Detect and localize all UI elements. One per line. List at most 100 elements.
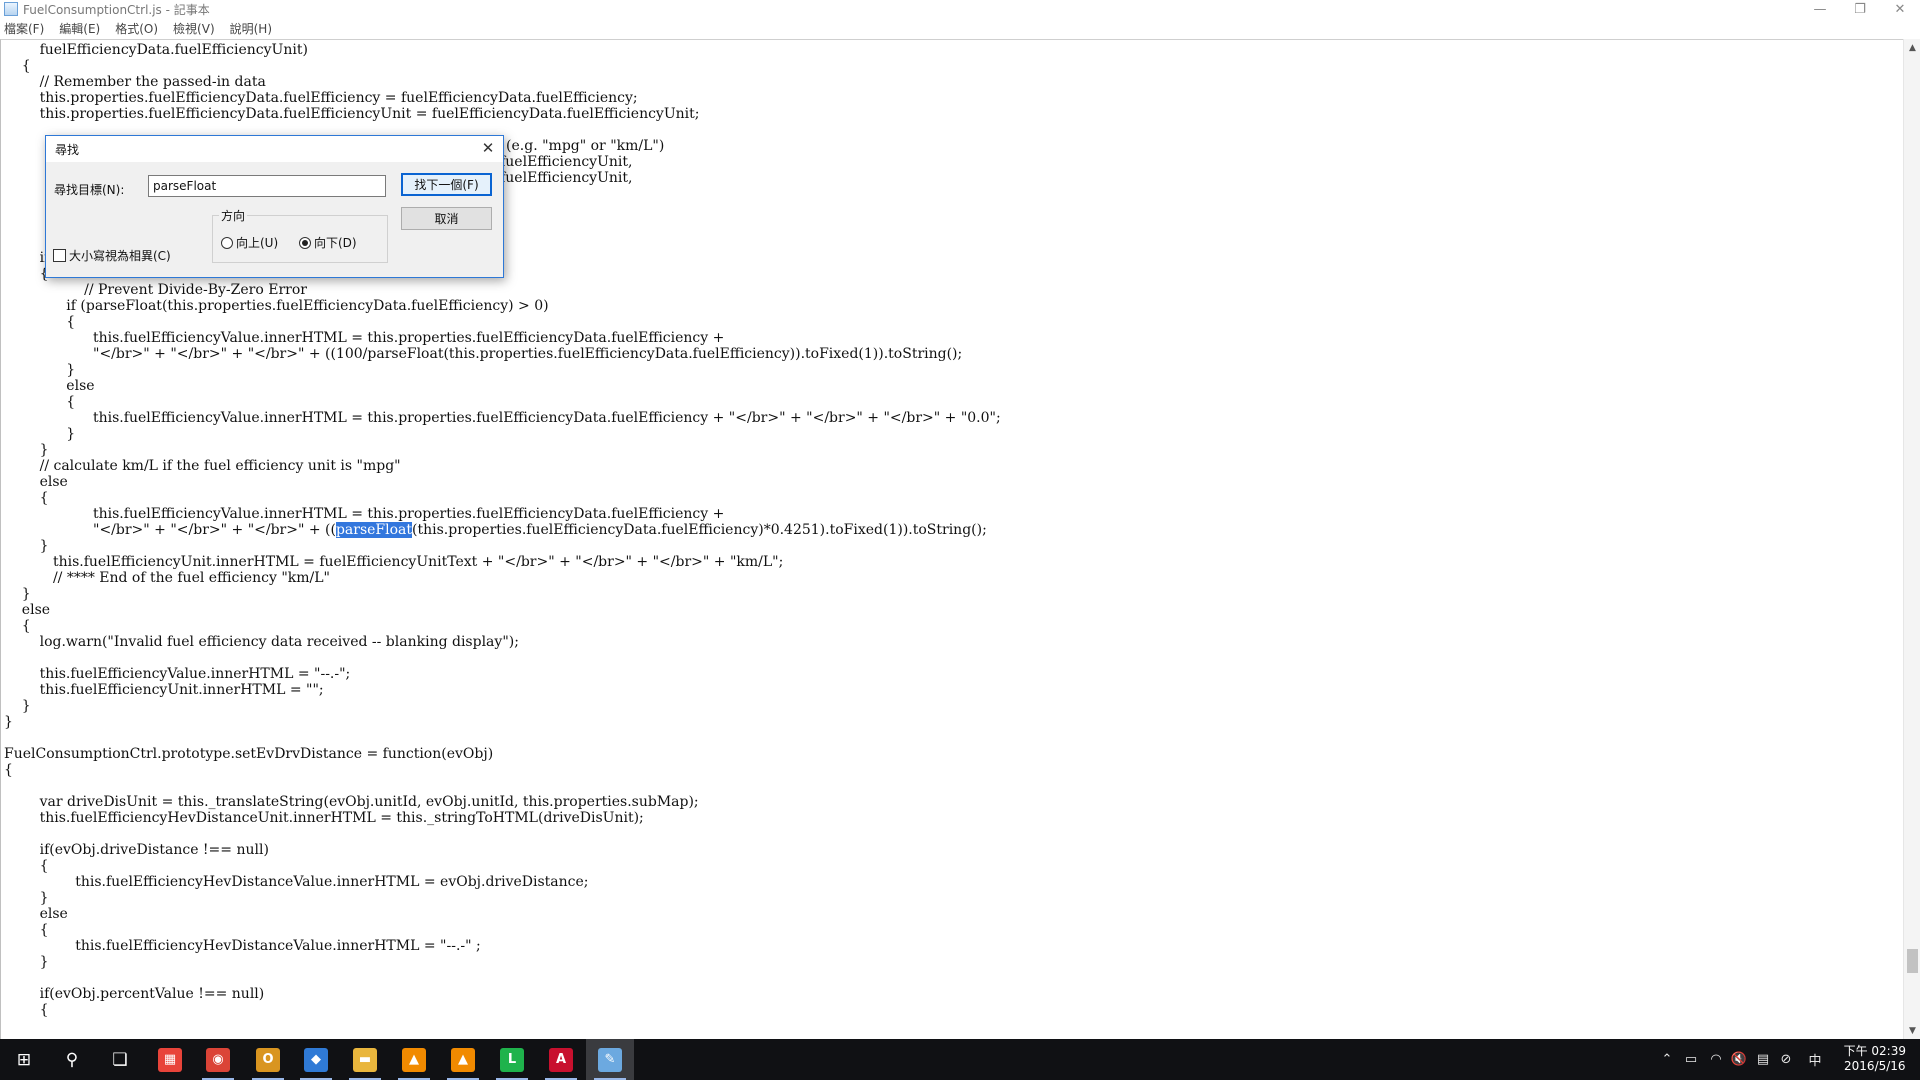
scroll-thumb[interactable] <box>1907 949 1918 973</box>
chrome-taskbar-button[interactable]: ◉ <box>194 1039 242 1080</box>
find-dialog-title: 尋找 <box>55 142 80 157</box>
code-line: { <box>4 394 76 410</box>
scroll-up-icon[interactable]: ▲ <box>1904 39 1920 56</box>
battery-icon[interactable]: ▭ <box>1680 1039 1702 1080</box>
code-line: { <box>4 314 76 330</box>
taskbar: ⊞ ⚲ ❏ ▦ ◉ O ◆ ▬ ▲ ▲ L A ✎ ⌃ ▭ ◠ 🔇 ▤ ⊘ 中 下午 02:39 2016/5/16 <box>0 1039 1920 1080</box>
search-icon: ⚲ <box>65 1049 79 1070</box>
code-line: this.fuelEfficiencyUnit.innerHTML = ""; <box>4 682 324 698</box>
close-icon[interactable]: ✕ <box>479 139 497 157</box>
code-line: fuelEfficiencyData.fuelEfficiencyUnit) <box>4 42 308 58</box>
code-line: { <box>4 922 49 938</box>
code-line: this.fuelEfficiencyValue.innerHTML = thi… <box>4 410 1001 426</box>
notepad-icon: ✎ <box>598 1047 622 1072</box>
action-center-icon[interactable]: ▤ <box>1752 1039 1774 1080</box>
direction-down-radio[interactable]: 向下(D) <box>299 234 357 251</box>
menu-edit[interactable]: 編輯(E) <box>59 20 100 37</box>
find-dialog: 尋找 ✕ 尋找目標(N): 找下一個(F) 取消 方向 向上(U) 向下(D) … <box>45 135 504 278</box>
code-line: FuelConsumptionCtrl.prototype.setEvDrvDi… <box>4 746 494 762</box>
code-line: // calculate km/L if the fuel efficiency… <box>4 458 401 474</box>
direction-label: 方向 <box>219 207 248 224</box>
notepad-icon <box>4 2 18 16</box>
direction-down-label: 向下(D) <box>314 236 357 250</box>
menu-view[interactable]: 檢視(V) <box>173 20 215 37</box>
close-button[interactable]: ✕ <box>1880 0 1920 18</box>
acrobat-taskbar-button[interactable]: A <box>537 1039 585 1080</box>
code-line: log.warn("Invalid fuel efficiency data r… <box>4 634 519 650</box>
cancel-button[interactable]: 取消 <box>401 207 492 230</box>
notification-off-icon[interactable]: ⊘ <box>1775 1039 1797 1080</box>
find-next-button[interactable]: 找下一個(F) <box>401 173 492 196</box>
wifi-icon[interactable]: ◠ <box>1705 1039 1727 1080</box>
match-case-checkbox[interactable]: 大小寫視為相異(C) <box>53 247 171 264</box>
chevron-up-icon[interactable]: ⌃ <box>1656 1039 1678 1080</box>
code-line: this.fuelEfficiencyValue.innerHTML = "--… <box>4 666 351 682</box>
vlc-taskbar-button[interactable]: ▲ <box>390 1039 438 1080</box>
code-line: this.properties.fuelEfficiencyData.fuelE… <box>4 90 638 106</box>
direction-up-radio[interactable]: 向上(U) <box>221 234 278 251</box>
outlook-taskbar-button[interactable]: O <box>244 1039 292 1080</box>
match-case-label: 大小寫視為相異(C) <box>69 249 171 263</box>
vertical-scrollbar[interactable]: ▲ ▼ <box>1903 39 1920 1039</box>
outlook-icon: O <box>256 1047 280 1072</box>
direction-group: 方向 向上(U) 向下(D) <box>212 207 388 263</box>
minimize-button[interactable]: — <box>1800 0 1840 18</box>
code-line: { <box>4 858 49 874</box>
task-view-taskbar-button[interactable]: ❏ <box>96 1039 144 1080</box>
dropbox-taskbar-button[interactable]: ◆ <box>292 1039 340 1080</box>
code-line: this.fuelEfficiencyHevDistanceValue.inne… <box>4 938 481 954</box>
menu-help[interactable]: 說明(H) <box>230 20 272 37</box>
task-view-icon: ❏ <box>112 1049 128 1070</box>
code-line: else <box>4 378 95 394</box>
code-line: "</br>" + "</br>" + "</br>" + ((parseFlo… <box>4 522 987 538</box>
radio-checked-icon <box>299 236 311 249</box>
search-taskbar-button[interactable]: ⚲ <box>48 1039 96 1080</box>
find-dialog-titlebar[interactable]: 尋找 ✕ <box>46 136 503 162</box>
menu-file[interactable]: 檔案(F) <box>4 20 44 37</box>
code-line: this.properties.fuelEfficiencyData.fuelE… <box>4 106 700 122</box>
code-line: else <box>4 906 68 922</box>
code-line: } <box>4 426 76 442</box>
code-line: else <box>4 474 68 490</box>
clock-time: 下午 02:39 <box>1843 1044 1906 1058</box>
vlc-2-taskbar-button[interactable]: ▲ <box>439 1039 487 1080</box>
code-line: if(evObj.driveDistance !== null) <box>4 842 269 858</box>
code-line: this.fuelEfficiencyHevDistanceValue.inne… <box>4 874 589 890</box>
code-line: this.fuelEfficiencyHevDistanceUnit.inner… <box>4 810 644 826</box>
line-icon: L <box>500 1047 524 1072</box>
clock[interactable]: 下午 02:39 2016/5/16 <box>1844 1044 1906 1074</box>
window-title: FuelConsumptionCtrl.js - 記事本 <box>23 2 210 17</box>
code-line: { <box>4 618 31 634</box>
windows-start-icon: ⊞ <box>16 1049 32 1070</box>
code-line: { <box>4 1002 49 1018</box>
code-line: if(evObj.percentValue !== null) <box>4 986 265 1002</box>
windows-start-taskbar-button[interactable]: ⊞ <box>0 1039 48 1080</box>
code-line: } <box>4 538 49 554</box>
line-taskbar-button[interactable]: L <box>488 1039 536 1080</box>
restore-button[interactable]: ❐ <box>1840 0 1880 18</box>
code-line: } <box>4 954 49 970</box>
notepad-taskbar-button[interactable]: ✎ <box>586 1039 634 1080</box>
radio-unchecked-icon <box>221 236 233 249</box>
title-bar: FuelConsumptionCtrl.js - 記事本 — ❐ ✕ <box>0 0 1920 18</box>
volume-muted-icon[interactable]: 🔇 <box>1728 1039 1750 1080</box>
code-line: { <box>4 490 49 506</box>
code-line: } <box>4 442 49 458</box>
ime-icon[interactable]: 中 <box>1804 1039 1826 1080</box>
code-line: { <box>4 762 13 778</box>
find-what-label: 尋找目標(N): <box>54 183 125 197</box>
code-line: this.fuelEfficiencyUnit.innerHTML = fuel… <box>4 554 784 570</box>
store-icon: ▦ <box>158 1047 182 1072</box>
find-what-input[interactable] <box>148 175 386 197</box>
menu-format[interactable]: 格式(O) <box>115 20 158 37</box>
store-taskbar-button[interactable]: ▦ <box>146 1039 194 1080</box>
scroll-down-icon[interactable]: ▼ <box>1904 1022 1920 1039</box>
code-line: if (parseFloat(this.properties.fuelEffic… <box>4 298 549 314</box>
code-line: else <box>4 602 51 618</box>
file-explorer-taskbar-button[interactable]: ▬ <box>341 1039 389 1080</box>
code-line: // Prevent Divide-By-Zero Error <box>4 282 307 298</box>
